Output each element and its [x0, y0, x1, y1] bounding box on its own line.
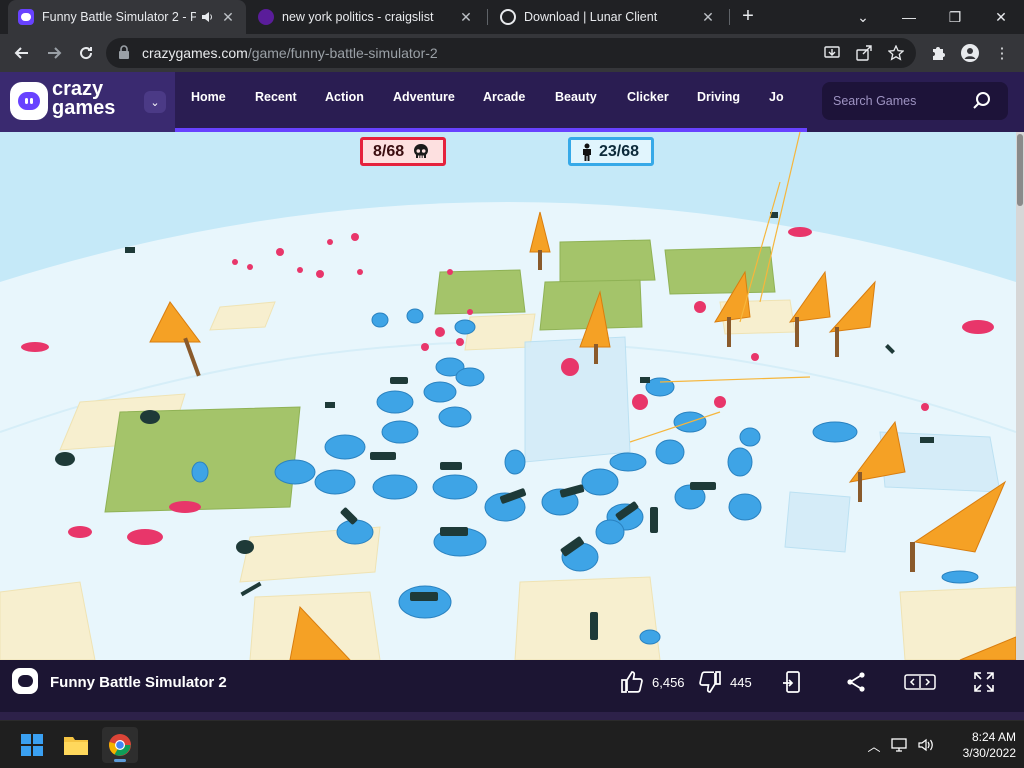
- extensions-puzzle-icon[interactable]: [928, 43, 948, 63]
- red-team-score: 8/68: [360, 137, 446, 166]
- share-page-icon[interactable]: [856, 45, 872, 61]
- close-tab-icon[interactable]: ✕: [458, 9, 474, 25]
- page-below-game: [0, 706, 1024, 720]
- dislike-button[interactable]: 445: [698, 669, 752, 695]
- chrome-icon: [109, 734, 131, 756]
- share-icon: [847, 672, 865, 692]
- report-button[interactable]: [780, 669, 804, 695]
- clock-date: 3/30/2022: [962, 746, 1016, 760]
- bookmark-star-icon[interactable]: [888, 45, 904, 61]
- tab-funny-battle[interactable]: Funny Battle Simulator 2 - Pl ✕: [8, 0, 246, 34]
- nav-arcade[interactable]: Arcade: [483, 90, 525, 104]
- network-icon[interactable]: [890, 735, 910, 755]
- dislike-count: 445: [730, 674, 752, 690]
- chrome-taskbar-button[interactable]: [102, 727, 138, 763]
- tab-separator: [487, 9, 488, 25]
- skull-icon: [414, 143, 429, 158]
- close-tab-icon[interactable]: ✕: [220, 9, 236, 25]
- more-menu-icon[interactable]: ⋮: [992, 43, 1012, 63]
- page-scrollbar[interactable]: [1016, 132, 1024, 660]
- nav-recent[interactable]: Recent: [255, 90, 297, 104]
- new-tab-button[interactable]: +: [736, 5, 760, 29]
- fullscreen-icon: [974, 672, 994, 692]
- speaker-icon[interactable]: [200, 10, 214, 24]
- forward-arrow-icon: [48, 47, 62, 59]
- blue-score-value: 23/68: [599, 142, 640, 160]
- nav-clicker[interactable]: Clicker: [627, 90, 669, 104]
- show-hidden-icons[interactable]: ︿: [864, 735, 884, 755]
- battlefield-scene: [0, 132, 1016, 660]
- tab-lunar-client[interactable]: Download | Lunar Client ✕: [490, 0, 726, 34]
- craigslist-favicon-icon: [258, 9, 274, 25]
- nav-action[interactable]: Action: [325, 90, 364, 104]
- back-arrow-icon: [14, 47, 28, 59]
- thumbs-up-icon: [621, 671, 643, 693]
- volume-icon[interactable]: [916, 735, 936, 755]
- crazygames-logo-icon: [10, 82, 48, 120]
- blue-team-score: 23/68: [568, 137, 654, 166]
- close-window-icon[interactable]: ✕: [978, 0, 1024, 34]
- fullscreen-button[interactable]: [972, 669, 996, 695]
- chevron-down-icon[interactable]: ⌄: [144, 91, 166, 113]
- share-button[interactable]: [844, 669, 868, 695]
- close-tab-icon[interactable]: ✕: [700, 9, 716, 25]
- reload-button[interactable]: [72, 39, 100, 67]
- logo-text-line2: games: [52, 97, 116, 119]
- crazygames-favicon-icon: [18, 9, 34, 25]
- theater-mode-button[interactable]: [904, 669, 936, 695]
- tab-search-icon[interactable]: ⌄: [840, 0, 886, 34]
- lock-icon[interactable]: [118, 45, 130, 59]
- restore-icon[interactable]: ❐: [932, 0, 978, 34]
- tab-title: new york politics - craigslist: [282, 10, 434, 24]
- nav-home[interactable]: Home: [191, 90, 226, 104]
- forward-button[interactable]: [40, 39, 68, 67]
- url-text: crazygames.com/game/funny-battle-simulat…: [142, 45, 438, 61]
- tab-separator: [729, 9, 730, 25]
- thumbs-down-icon: [699, 671, 721, 693]
- profile-avatar-icon[interactable]: [960, 43, 980, 63]
- browser-toolbar: crazygames.com/game/funny-battle-simulat…: [0, 34, 1024, 72]
- logo-text: crazy games: [52, 79, 116, 119]
- nav-beauty[interactable]: Beauty: [555, 90, 597, 104]
- reload-icon: [80, 47, 93, 60]
- install-app-icon[interactable]: [824, 45, 840, 61]
- url-path: /game/funny-battle-simulator-2: [247, 45, 438, 61]
- windows-logo-icon: [21, 734, 43, 756]
- tab-craigslist[interactable]: new york politics - craigslist ✕: [248, 0, 484, 34]
- theater-mode-icon: [904, 674, 936, 690]
- person-icon: [583, 143, 591, 161]
- system-clock[interactable]: 8:24 AM 3/30/2022: [946, 729, 1016, 761]
- folder-icon: [64, 737, 88, 755]
- game-title: Funny Battle Simulator 2: [50, 674, 227, 691]
- nav-driving[interactable]: Driving: [697, 90, 740, 104]
- tab-strip: Funny Battle Simulator 2 - Pl ✕ new york…: [0, 0, 1024, 34]
- site-logo[interactable]: crazy games ⌄: [0, 72, 175, 132]
- windows-taskbar: ︿ 8:24 AM 3/30/2022: [0, 720, 1024, 768]
- crazygames-small-logo-icon: [12, 668, 38, 694]
- nav-adventure[interactable]: Adventure: [393, 90, 455, 104]
- category-nav: Home Recent Action Adventure Arcade Beau…: [175, 72, 807, 132]
- game-canvas[interactable]: 8/68 23/68: [0, 132, 1016, 660]
- back-button[interactable]: [8, 39, 36, 67]
- windows-start-button[interactable]: [14, 727, 50, 763]
- embed-icon: [783, 671, 800, 693]
- search-icon[interactable]: [972, 91, 992, 111]
- like-button[interactable]: 6,456: [620, 669, 685, 695]
- tab-title: Download | Lunar Client: [524, 10, 658, 24]
- search-placeholder: Search Games: [833, 94, 917, 108]
- scrollbar-thumb[interactable]: [1017, 134, 1023, 206]
- url-domain: crazygames.com: [142, 45, 248, 61]
- red-score-value: 8/68: [373, 142, 405, 160]
- site-header: crazy games ⌄ Home Recent Action Adventu…: [0, 72, 1024, 132]
- file-explorer-button[interactable]: [58, 727, 94, 763]
- tab-title: Funny Battle Simulator 2 - Pl: [42, 10, 196, 24]
- like-count: 6,456: [652, 674, 685, 690]
- clock-time: 8:24 AM: [971, 730, 1016, 744]
- address-bar[interactable]: crazygames.com/game/funny-battle-simulat…: [106, 38, 916, 68]
- search-games-input[interactable]: Search Games: [822, 82, 1008, 120]
- minimize-icon[interactable]: —: [886, 0, 932, 34]
- nav-jobs[interactable]: Jo: [769, 90, 784, 104]
- game-info-bar: Funny Battle Simulator 2 6,456 445: [0, 660, 1024, 706]
- lunar-client-favicon-icon: [500, 9, 516, 25]
